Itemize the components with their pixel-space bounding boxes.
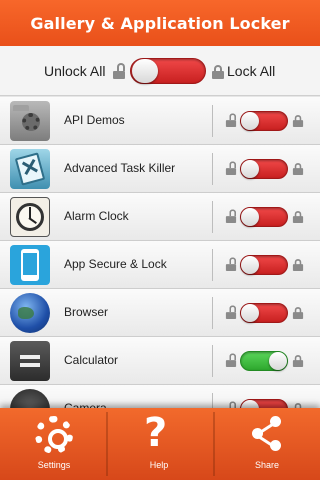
row-divider (212, 201, 213, 233)
unlock-icon (225, 209, 237, 223)
app-row-calculator[interactable]: Calculator (0, 337, 320, 385)
unlock-all-label: Unlock All (44, 63, 106, 79)
unlock-icon (225, 353, 237, 367)
api-demos-icon (10, 101, 50, 141)
lock-toggle[interactable] (240, 303, 288, 323)
app-row-browser[interactable]: Browser (0, 289, 320, 337)
share-label: Share (254, 460, 280, 470)
lock-toggle[interactable] (240, 111, 288, 131)
help-label: Help (149, 460, 169, 470)
app-row-advanced-task-killer[interactable]: ✕ Advanced Task Killer (0, 145, 320, 193)
page-title: Gallery & Application Locker (30, 13, 290, 33)
app-name: Advanced Task Killer (64, 161, 176, 175)
unlock-icon (225, 257, 237, 271)
toggle-knob (132, 59, 158, 83)
help-button[interactable]: ? Help (126, 408, 192, 480)
row-divider (212, 105, 213, 137)
calculator-icon (10, 341, 50, 381)
master-lock-row: Unlock All Lock All (0, 46, 320, 96)
app-header: Gallery & Application Locker (0, 0, 320, 46)
lock-icon (292, 163, 304, 175)
app-row-alarm-clock[interactable]: Alarm Clock (0, 193, 320, 241)
lock-all-label: Lock All (227, 63, 276, 79)
app-secure-icon (10, 245, 50, 285)
lock-icon (292, 115, 304, 127)
unlock-icon (225, 113, 237, 127)
row-divider (212, 345, 213, 377)
row-divider (212, 153, 213, 185)
master-lock-toggle[interactable] (130, 58, 206, 84)
unlock-icon (113, 63, 125, 79)
lock-icon (292, 259, 304, 271)
lock-icon (292, 307, 304, 319)
app-row-api-demos[interactable]: API Demos (0, 97, 320, 145)
app-root: Gallery & Application Locker Unlock All … (0, 0, 320, 480)
lock-toggle[interactable] (240, 159, 288, 179)
lock-toggle[interactable] (240, 351, 288, 371)
lock-icon (292, 211, 304, 223)
app-row-app-secure-lock[interactable]: App Secure & Lock (0, 241, 320, 289)
help-icon: ? (144, 410, 168, 456)
app-name: Alarm Clock (64, 209, 129, 223)
tab-divider (213, 412, 215, 476)
gear-icon (35, 416, 73, 454)
app-name: Browser (64, 305, 109, 319)
app-list: API Demos ✕ Advanced Task Killer Alarm C… (0, 97, 320, 433)
lock-toggle[interactable] (240, 207, 288, 227)
unlock-icon (225, 161, 237, 175)
share-button[interactable]: Share (234, 408, 300, 480)
settings-button[interactable]: Settings (21, 408, 87, 480)
row-divider (212, 249, 213, 281)
browser-globe-icon (10, 293, 50, 333)
tab-divider (106, 412, 108, 476)
share-icon (248, 414, 286, 452)
row-divider (212, 297, 213, 329)
lock-toggle[interactable] (240, 255, 288, 275)
app-name: Calculator (64, 353, 119, 367)
settings-label: Settings (37, 460, 71, 470)
lock-icon (292, 355, 304, 367)
app-name: App Secure & Lock (64, 257, 167, 271)
unlock-icon (225, 305, 237, 319)
lock-icon (212, 65, 224, 79)
app-name: API Demos (64, 113, 125, 127)
alarm-clock-icon (10, 197, 50, 237)
task-killer-icon: ✕ (10, 149, 50, 189)
bottom-action-bar: Settings ? Help Share (0, 408, 320, 480)
